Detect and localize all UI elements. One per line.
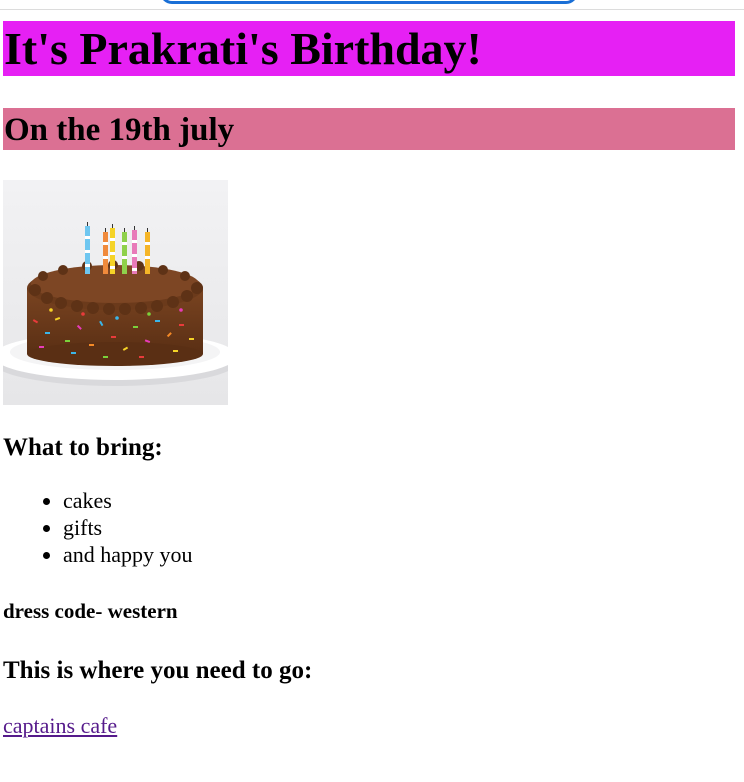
location-heading: This is where you need to go: xyxy=(3,657,313,684)
dress-code-text: dress code- western xyxy=(3,599,178,623)
birthday-cake-image xyxy=(3,180,228,405)
list-item: gifts xyxy=(63,514,735,541)
captains-cafe-link[interactable]: captains cafe xyxy=(3,712,117,739)
event-date-heading: On the 19th july xyxy=(3,108,735,150)
page-title: It's Prakrati's Birthday! xyxy=(3,21,735,76)
browser-top-strip xyxy=(0,0,744,10)
page-content: It's Prakrati's Birthday! On the 19th ju… xyxy=(3,21,735,739)
cake-icon xyxy=(3,180,228,405)
bring-list: cakes gifts and happy you xyxy=(3,487,735,568)
list-item: cakes xyxy=(63,487,735,514)
list-item: and happy you xyxy=(63,541,735,568)
address-bar-edge[interactable] xyxy=(160,0,578,4)
what-to-bring-heading: What to bring: xyxy=(3,434,163,461)
